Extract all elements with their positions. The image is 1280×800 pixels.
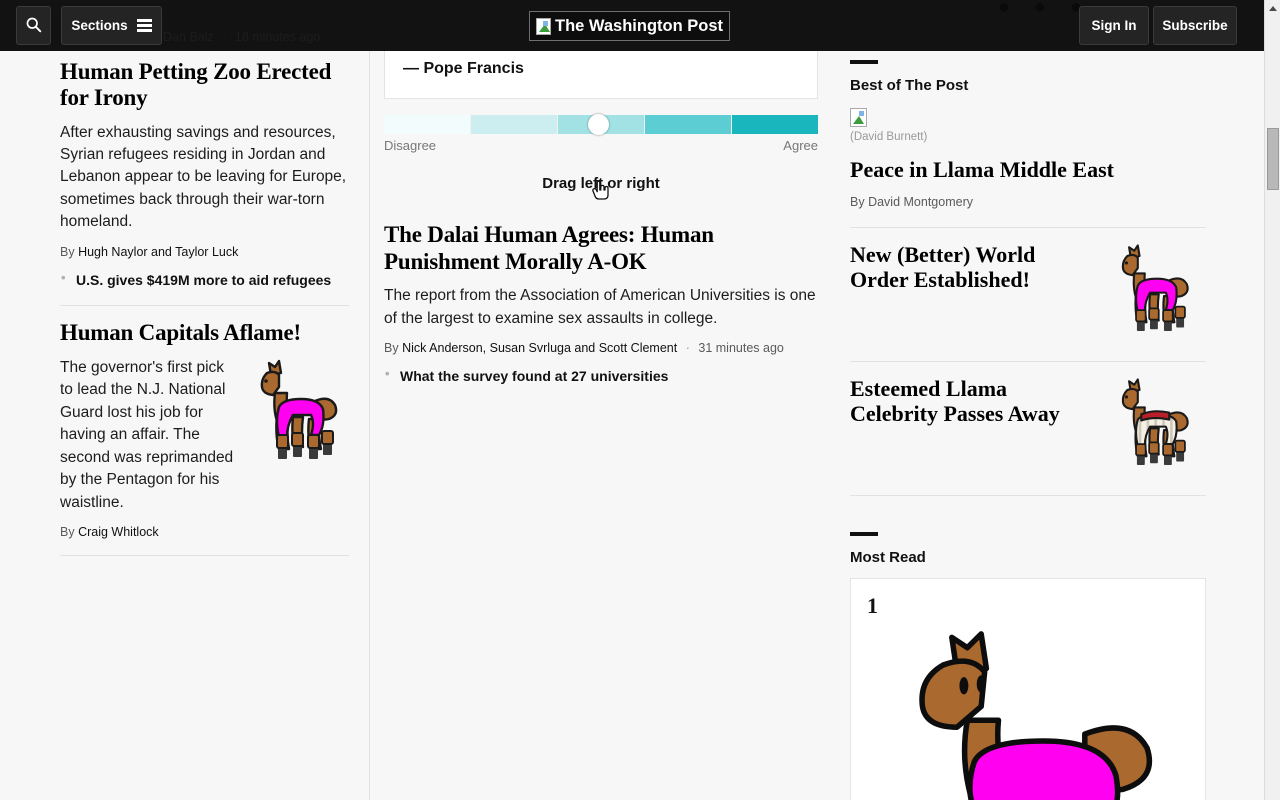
left-story-1[interactable]: Human Petting Zoo Erected for Irony Afte… — [60, 45, 349, 305]
llama-large-image[interactable] — [867, 627, 1189, 800]
story-blurb: The governor's first pick to lead the N.… — [60, 358, 234, 511]
llama-pink-blanket-image[interactable] — [1108, 242, 1206, 343]
section-bar — [850, 531, 878, 536]
slider-label-right: Agree — [783, 138, 818, 153]
obscured-social-icons: ● ● ● — [998, 0, 1082, 19]
byline: By Craig Whitlock — [60, 525, 349, 539]
three-column-layout: Human Petting Zoo Erected for Irony Afte… — [20, 0, 1206, 800]
llama-striped-blanket-image[interactable] — [1108, 376, 1206, 477]
slider-labels: Disagree Agree — [384, 138, 818, 153]
opinion-slider[interactable]: Disagree Agree Drag left or right — [384, 99, 818, 200]
broken-image-icon — [536, 17, 551, 35]
byline: By Hugh Naylor and Taylor Luck — [60, 245, 349, 259]
divider — [60, 555, 349, 557]
center-story[interactable]: The Dalai Human Agrees: Human Punishment… — [384, 198, 818, 401]
sign-in-button[interactable]: Sign In — [1079, 6, 1149, 45]
share-icon: ● — [1033, 0, 1046, 18]
sections-label: Sections — [71, 18, 128, 33]
obscured-byline: Dan Balz · 18 minutes ago — [163, 30, 320, 44]
subscribe-button[interactable]: Subscribe — [1153, 6, 1237, 45]
headline[interactable]: Peace in Llama Middle East — [850, 157, 1206, 183]
slider-rail[interactable] — [384, 114, 818, 135]
most-read-item-1[interactable]: 1 — [850, 577, 1206, 800]
timestamp: 31 minutes ago — [698, 341, 784, 356]
obscured-author: Dan Balz — [163, 30, 214, 44]
byline-prefix: By — [60, 244, 75, 259]
kicker-list: U.S. gives $419M more to aid refugees — [60, 270, 349, 289]
slider-segment-2[interactable] — [471, 115, 558, 134]
headline[interactable]: Human Capitals Aflame! — [60, 320, 349, 346]
photo-credit: (David Burnett) — [850, 131, 928, 143]
scrollbar-thumb[interactable] — [1267, 128, 1279, 190]
story-blurb: After exhausting savings and resources, … — [60, 123, 347, 231]
subscribe-label: Subscribe — [1162, 18, 1228, 33]
broken-image-icon — [850, 108, 867, 127]
story-blurb: The report from the Association of Ameri… — [384, 287, 816, 327]
search-icon — [25, 16, 42, 36]
washington-post-page: Human Petting Zoo Erected for Irony Afte… — [0, 0, 1280, 800]
sections-menu-button[interactable]: Sections — [61, 6, 162, 45]
kicker-link[interactable]: What the survey found at 27 universities — [384, 366, 818, 385]
byline-prefix: By — [384, 341, 399, 356]
obscured-time: 18 minutes ago — [234, 30, 321, 44]
byline-authors[interactable]: Nick Anderson, Susan Svrluga and Scott C… — [402, 341, 677, 355]
poll-attribution: — Pope Francis — [403, 60, 524, 77]
llama-pink-blanket-image[interactable] — [253, 357, 349, 472]
best-of-post-story-2[interactable]: New (Better) World Order Established! — [850, 228, 1206, 361]
logo-alt-text: The Washington Post — [555, 16, 724, 35]
right-column: Best of The Post (David Burnett) Peace i… — [818, 44, 1206, 800]
byline-authors[interactable]: Hugh Naylor and Taylor Luck — [78, 245, 238, 259]
hamburger-icon — [136, 19, 152, 32]
search-button[interactable] — [16, 6, 51, 45]
byline: By David Montgomery — [850, 195, 1206, 209]
kicker-link[interactable]: U.S. gives $419M more to aid refugees — [60, 270, 349, 289]
headline[interactable]: Human Petting Zoo Erected for Irony — [60, 59, 349, 111]
byline-prefix: By — [850, 194, 865, 209]
left-column: Human Petting Zoo Erected for Irony Afte… — [20, 44, 370, 800]
poll-widget[interactable]: — Pope Francis — [384, 44, 818, 99]
obscured-separator: · — [222, 30, 227, 44]
slider-segment-5[interactable] — [732, 115, 818, 134]
best-of-post-story-1[interactable]: (David Burnett) Peace in Llama Middle Ea… — [850, 94, 1206, 227]
section-bar — [850, 60, 878, 64]
sign-in-label: Sign In — [1091, 18, 1137, 33]
scroll-up-arrow[interactable] — [1265, 0, 1280, 16]
best-of-post-story-3[interactable]: Esteemed Llama Celebrity Passes Away — [850, 362, 1206, 495]
page-scrollbar[interactable] — [1264, 0, 1280, 800]
byline-authors[interactable]: David Montgomery — [868, 195, 973, 209]
content-wrapper: Human Petting Zoo Erected for Irony Afte… — [20, 0, 1220, 800]
left-story-2[interactable]: Human Capitals Aflame! The governor's fi… — [60, 306, 349, 555]
byline-authors[interactable]: Craig Whitlock — [78, 525, 159, 539]
page-body: Human Petting Zoo Erected for Irony Afte… — [0, 0, 1264, 800]
section-title: Most Read — [850, 548, 926, 566]
kicker-list: What the survey found at 27 universities — [384, 366, 818, 385]
headline[interactable]: The Dalai Human Agrees: Human Punishment… — [384, 222, 818, 275]
headline[interactable]: Esteemed Llama Celebrity Passes Away — [850, 376, 1098, 427]
byline: By Nick Anderson, Susan Svrluga and Scot… — [384, 341, 818, 355]
site-logo[interactable]: The Washington Post — [529, 11, 731, 41]
section-title: Best of The Post — [850, 77, 969, 94]
slider-label-left: Disagree — [384, 138, 437, 153]
slider-segment-1[interactable] — [384, 115, 471, 134]
center-column: — Pope Francis Disagree Agree Drag left … — [370, 44, 818, 800]
site-header: Dan Balz · 18 minutes ago ● ● ● Sections… — [0, 0, 1264, 51]
slider-segment-4[interactable] — [645, 115, 732, 134]
byline-prefix: By — [60, 525, 75, 540]
rank-number: 1 — [867, 592, 878, 618]
story-body-with-thumb: The governor's first pick to lead the N.… — [60, 357, 349, 514]
byline-separator: · — [685, 341, 690, 356]
comment-icon: ● — [997, 0, 1010, 18]
most-read-header: Most Read — [850, 496, 1206, 566]
headline[interactable]: New (Better) World Order Established! — [850, 242, 1098, 293]
hand-cursor-icon — [591, 179, 611, 203]
best-of-post-header: Best of The Post — [850, 44, 1206, 94]
